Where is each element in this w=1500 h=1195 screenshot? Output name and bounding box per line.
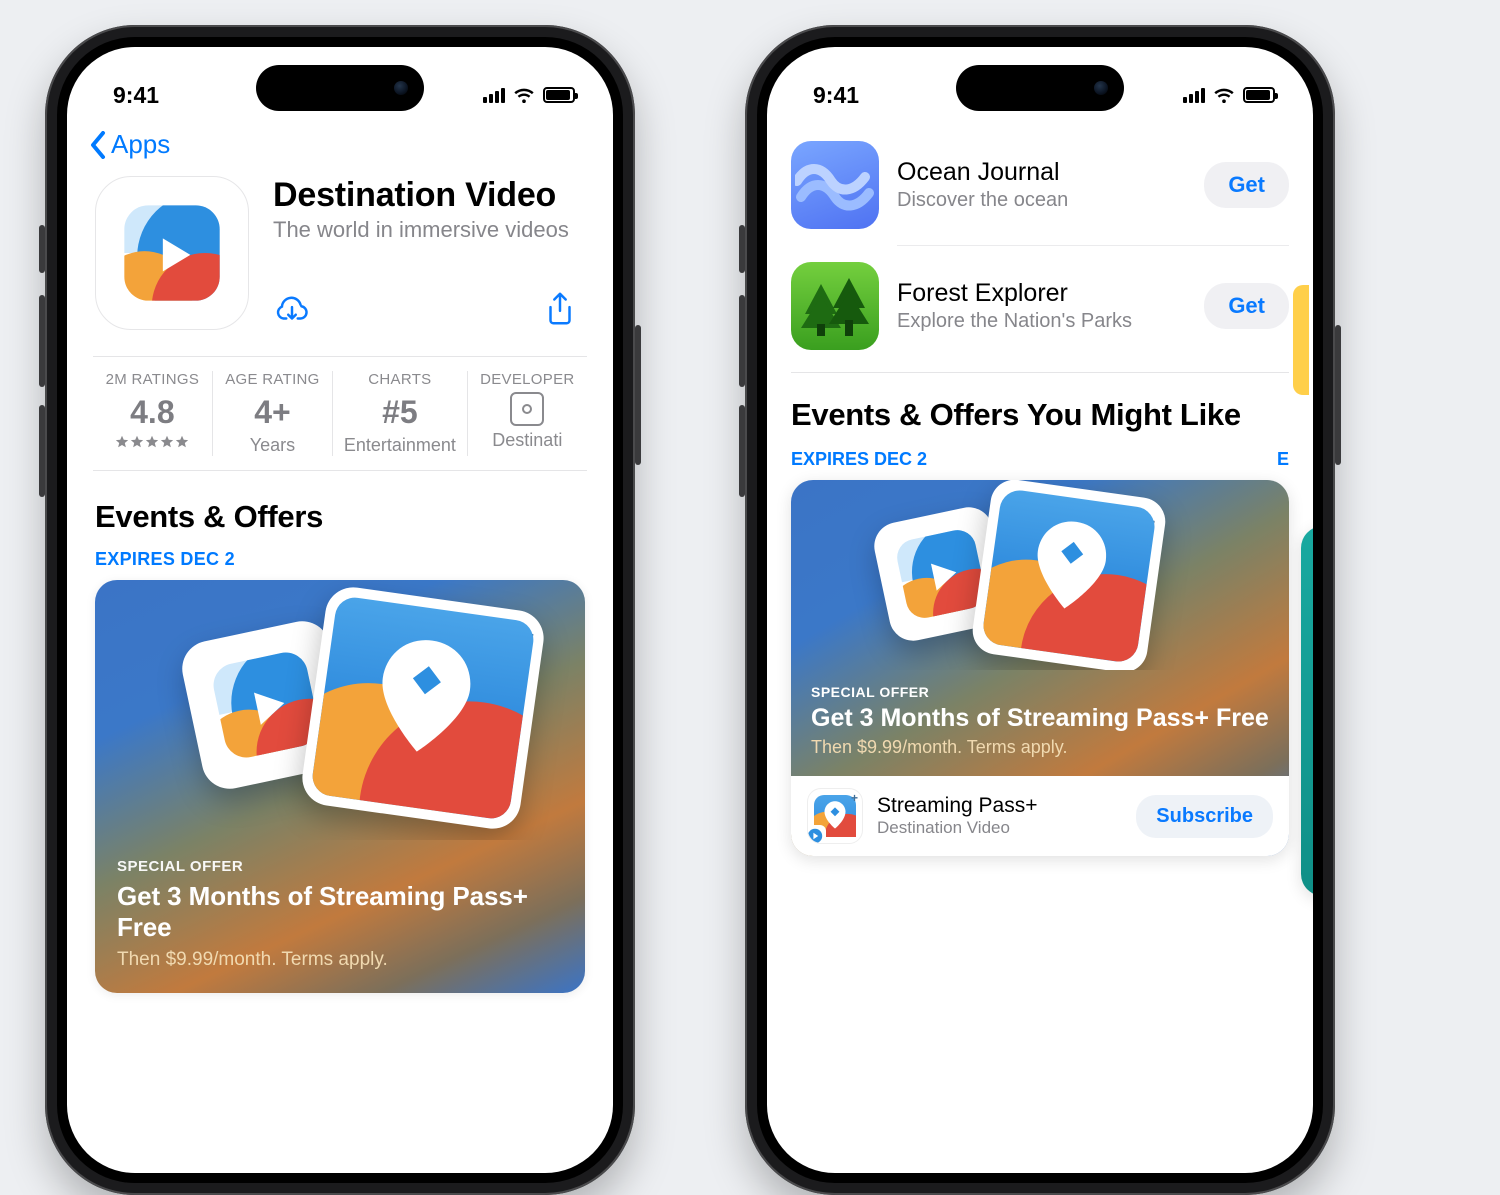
wifi-icon [513,87,535,103]
offer-artwork: + [791,480,1289,670]
app-desc: Discover the ocean [897,189,1186,212]
app-list: Ocean Journal Discover the ocean Get [767,125,1313,373]
share-icon [541,290,579,328]
offer-headline: Get 3 Months of Streaming Pass+ Free [117,881,563,943]
app-icon [95,176,249,330]
cellular-icon [1183,87,1205,103]
offer-card[interactable]: + SPECIAL OFF [791,480,1289,856]
phone-frame-right: 9:41 Ocean Journal Dis [745,25,1335,1195]
plus-icon: + [851,791,858,805]
list-item[interactable]: Ocean Journal Discover the ocean Get [791,125,1289,245]
battery-icon [1243,87,1275,103]
rating-stars [115,435,189,449]
expires-label-peek: E [1277,449,1289,470]
app-title: Destination Video [273,176,585,215]
app-name: Ocean Journal [897,158,1186,187]
download-button[interactable] [273,290,311,328]
app-subtitle: The world in immersive videos [273,217,585,243]
offer-artwork: + [95,580,585,840]
product-name: Streaming Pass+ [877,794,1038,818]
app-icon-ocean [791,141,879,229]
offer-footer: + Streaming Pass+ Destination Video Subs… [791,776,1289,856]
offer-fineprint: Then $9.99/month. Terms apply. [117,949,563,971]
pin-tile-icon: + [299,584,547,832]
list-item[interactable]: Forest Explorer Explore the Nation's Par… [791,246,1289,366]
offer-kicker: SPECIAL OFFER [811,684,1269,700]
stats-row[interactable]: 2M RATINGS 4.8 AGE RATING 4+ Years [93,356,587,471]
get-button[interactable]: Get [1204,283,1289,329]
stat-developer: DEVELOPER Destinati [467,371,587,456]
back-button[interactable]: Apps [67,125,613,170]
dynamic-island [256,65,424,111]
back-label: Apps [111,129,170,160]
phone-frame-left: 9:41 Apps [45,25,635,1195]
events-offers-title: Events & Offers [67,471,613,535]
peek-app-chip [1293,285,1309,395]
dynamic-island [956,65,1124,111]
battery-icon [543,87,575,103]
cellular-icon [483,87,505,103]
expires-label: EXPIRES DEC 2 [67,535,613,580]
product-icon: + [807,788,863,844]
offer-headline: Get 3 Months of Streaming Pass+ Free [811,704,1269,733]
cloud-download-icon [273,290,311,328]
events-section-title: Events & Offers You Might Like [767,373,1313,433]
app-desc: Explore the Nation's Parks [897,310,1186,333]
offer-card-peek[interactable] [1301,526,1313,896]
expires-label: EXPIRES DEC 2 [791,449,927,470]
app-name: Forest Explorer [897,279,1186,308]
person-icon [510,392,544,426]
play-chip-icon [807,825,826,844]
get-button[interactable]: Get [1204,162,1289,208]
offer-fineprint: Then $9.99/month. Terms apply. [811,737,1269,758]
wifi-icon [1213,87,1235,103]
app-icon-forest [791,262,879,350]
offer-kicker: SPECIAL OFFER [117,858,563,875]
status-time: 9:41 [113,82,159,109]
subscribe-button[interactable]: Subscribe [1136,795,1273,838]
pin-tile-icon: + [970,480,1169,670]
product-vendor: Destination Video [877,818,1038,838]
offer-card[interactable]: + SPECIAL OFFER Get 3 Month [95,580,585,993]
share-button[interactable] [541,290,579,328]
stat-charts: CHARTS #5 Entertainment [332,371,466,456]
chevron-left-icon [89,131,109,159]
stat-ratings: 2M RATINGS 4.8 [93,371,212,456]
app-header: Destination Video The world in immersive… [67,170,613,330]
status-time: 9:41 [813,82,859,109]
stat-age: AGE RATING 4+ Years [212,371,332,456]
